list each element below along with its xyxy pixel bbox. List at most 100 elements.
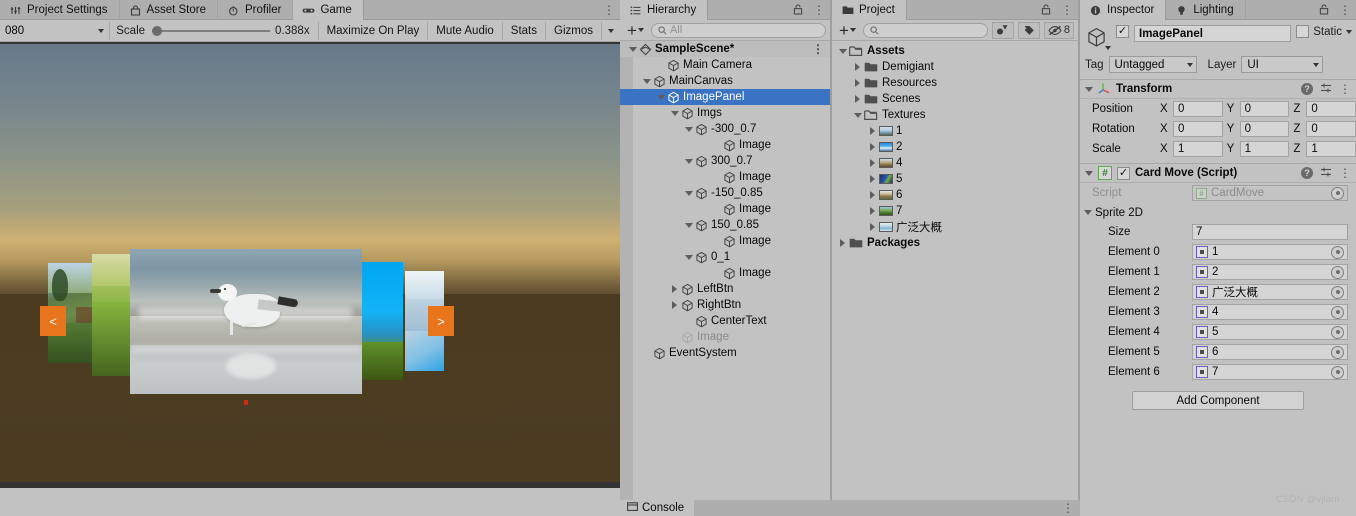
mute-audio-button[interactable]: Mute Audio xyxy=(427,21,502,40)
chevron-right-icon[interactable] xyxy=(668,285,681,293)
inspector-menu-button[interactable]: ⋮ xyxy=(1334,0,1356,19)
chevron-right-icon[interactable] xyxy=(866,207,879,215)
axis-x-input[interactable]: 0 xyxy=(1173,101,1223,117)
carousel-card-3[interactable] xyxy=(362,262,403,380)
filter-by-type-button[interactable] xyxy=(991,21,1014,39)
chevron-down-icon[interactable] xyxy=(640,78,653,84)
hierarchy-row[interactable]: Image xyxy=(620,137,830,153)
hierarchy-row[interactable]: -150_0.85 xyxy=(620,185,830,201)
layer-dropdown[interactable]: UI xyxy=(1241,56,1324,73)
project-search-input[interactable] xyxy=(862,22,988,38)
hierarchy-row[interactable]: ImagePanel xyxy=(620,89,830,105)
chevron-right-icon[interactable] xyxy=(668,301,681,309)
hierarchy-lock-button[interactable] xyxy=(788,0,808,19)
project-row[interactable]: 4 xyxy=(832,155,1078,171)
axis-z-input[interactable]: 0 xyxy=(1306,121,1356,137)
hierarchy-row[interactable]: -300_0.7 xyxy=(620,121,830,137)
maximize-on-play-button[interactable]: Maximize On Play xyxy=(317,21,428,40)
hierarchy-menu-button[interactable]: ⋮ xyxy=(808,0,830,19)
scene-menu-button[interactable]: ⋮ xyxy=(812,43,830,55)
chevron-down-icon[interactable] xyxy=(836,48,849,54)
hierarchy-row[interactable]: Image xyxy=(620,169,830,185)
cardmove-enabled-checkbox[interactable]: ✓ xyxy=(1117,166,1130,180)
sprite-element-object-field[interactable]: 广泛大概 xyxy=(1192,284,1348,300)
collapse-triangle-icon[interactable] xyxy=(1085,170,1093,176)
project-row[interactable]: Packages xyxy=(832,235,1078,251)
chevron-down-icon[interactable] xyxy=(682,126,695,132)
chevron-right-icon[interactable] xyxy=(866,127,879,135)
array-size-input[interactable]: 7 xyxy=(1192,224,1348,240)
chevron-right-icon[interactable] xyxy=(836,239,849,247)
collapse-triangle-icon[interactable] xyxy=(1085,86,1093,92)
hierarchy-row[interactable]: 300_0.7 xyxy=(620,153,830,169)
project-row[interactable]: Textures xyxy=(832,107,1078,123)
game-canvas[interactable]: < > xyxy=(0,42,620,488)
object-picker-icon[interactable] xyxy=(1331,365,1344,379)
chevron-right-icon[interactable] xyxy=(866,175,879,183)
help-icon[interactable]: ? xyxy=(1301,167,1313,179)
collapse-triangle-icon[interactable] xyxy=(1084,210,1092,215)
chevron-down-icon[interactable] xyxy=(851,112,864,118)
sprite-element-object-field[interactable]: 4 xyxy=(1192,304,1348,320)
chevron-right-icon[interactable] xyxy=(851,95,864,103)
project-row[interactable]: 5 xyxy=(832,171,1078,187)
game-view-menu-button[interactable]: ⋮ xyxy=(598,0,620,19)
hierarchy-row[interactable]: Image xyxy=(620,329,830,345)
carousel-left-button[interactable]: < xyxy=(40,306,66,336)
sprite-element-object-field[interactable]: 7 xyxy=(1192,364,1348,380)
help-icon[interactable]: ? xyxy=(1301,83,1313,95)
tab-lighting[interactable]: Lighting xyxy=(1166,0,1246,20)
inspector-lock-button[interactable] xyxy=(1314,0,1334,19)
scale-slider-knob[interactable] xyxy=(152,25,163,36)
component-menu-button[interactable]: ⋮ xyxy=(1339,167,1351,179)
carousel-card-2-center[interactable] xyxy=(130,249,362,394)
chevron-right-icon[interactable] xyxy=(866,223,879,231)
project-add-button[interactable]: + xyxy=(836,22,859,39)
cardmove-component-header[interactable]: # ✓ Card Move (Script) ? ⋮ xyxy=(1080,163,1356,183)
project-menu-button[interactable]: ⋮ xyxy=(1056,0,1078,19)
static-checkbox[interactable] xyxy=(1296,25,1310,38)
project-row[interactable]: 7 xyxy=(832,203,1078,219)
object-picker-icon[interactable] xyxy=(1331,345,1344,359)
tab-project-settings[interactable]: Project Settings xyxy=(0,0,120,20)
chevron-down-icon[interactable] xyxy=(1105,46,1111,50)
axis-y-input[interactable]: 1 xyxy=(1239,141,1290,157)
hierarchy-row[interactable]: MainCanvas xyxy=(620,73,830,89)
hierarchy-row[interactable]: CenterText xyxy=(620,313,830,329)
sprite-element-object-field[interactable]: 2 xyxy=(1192,264,1348,280)
sprite2d-array-foldout[interactable]: Sprite 2D xyxy=(1080,203,1356,222)
axis-z-input[interactable]: 1 xyxy=(1306,141,1356,157)
hierarchy-row[interactable]: Image xyxy=(620,233,830,249)
tab-asset-store[interactable]: Asset Store xyxy=(120,0,218,20)
filter-by-label-button[interactable] xyxy=(1017,21,1040,39)
project-row[interactable]: 1 xyxy=(832,123,1078,139)
chevron-right-icon[interactable] xyxy=(866,191,879,199)
hierarchy-row[interactable]: Main Camera xyxy=(620,57,830,73)
hierarchy-tree[interactable]: SampleScene* ⋮ Main Camera MainCanvas ImageP… xyxy=(620,41,830,500)
chevron-down-icon[interactable] xyxy=(682,190,695,196)
console-menu-button[interactable]: ⋮ xyxy=(1056,502,1080,515)
add-component-button[interactable]: Add Component xyxy=(1132,391,1304,410)
tab-project[interactable]: Project xyxy=(832,0,907,20)
chevron-right-icon[interactable] xyxy=(851,79,864,87)
project-row[interactable]: 6 xyxy=(832,187,1078,203)
axis-y-input[interactable]: 0 xyxy=(1239,121,1290,137)
hierarchy-row[interactable]: RightBtn xyxy=(620,297,830,313)
axis-y-input[interactable]: 0 xyxy=(1239,101,1290,117)
chevron-right-icon[interactable] xyxy=(866,143,879,151)
preset-icon[interactable] xyxy=(1320,166,1332,181)
hierarchy-row[interactable]: SampleScene* ⋮ xyxy=(620,41,830,57)
project-row[interactable]: Scenes xyxy=(832,91,1078,107)
object-picker-icon[interactable] xyxy=(1331,245,1344,259)
tab-console[interactable]: Console xyxy=(620,500,695,516)
gameobject-enabled-checkbox[interactable]: ✓ xyxy=(1116,25,1129,38)
sprite-element-object-field[interactable]: 1 xyxy=(1192,244,1348,260)
gizmos-button[interactable]: Gizmos xyxy=(545,21,601,40)
tab-profiler[interactable]: Profiler xyxy=(218,0,294,20)
gameobject-name-input[interactable]: ImagePanel xyxy=(1134,25,1292,42)
resolution-dropdown[interactable]: 080 xyxy=(0,22,109,40)
hierarchy-row[interactable]: EventSystem xyxy=(620,345,830,361)
chevron-right-icon[interactable] xyxy=(866,159,879,167)
hierarchy-row[interactable]: Image xyxy=(620,265,830,281)
chevron-down-icon[interactable] xyxy=(626,46,639,52)
